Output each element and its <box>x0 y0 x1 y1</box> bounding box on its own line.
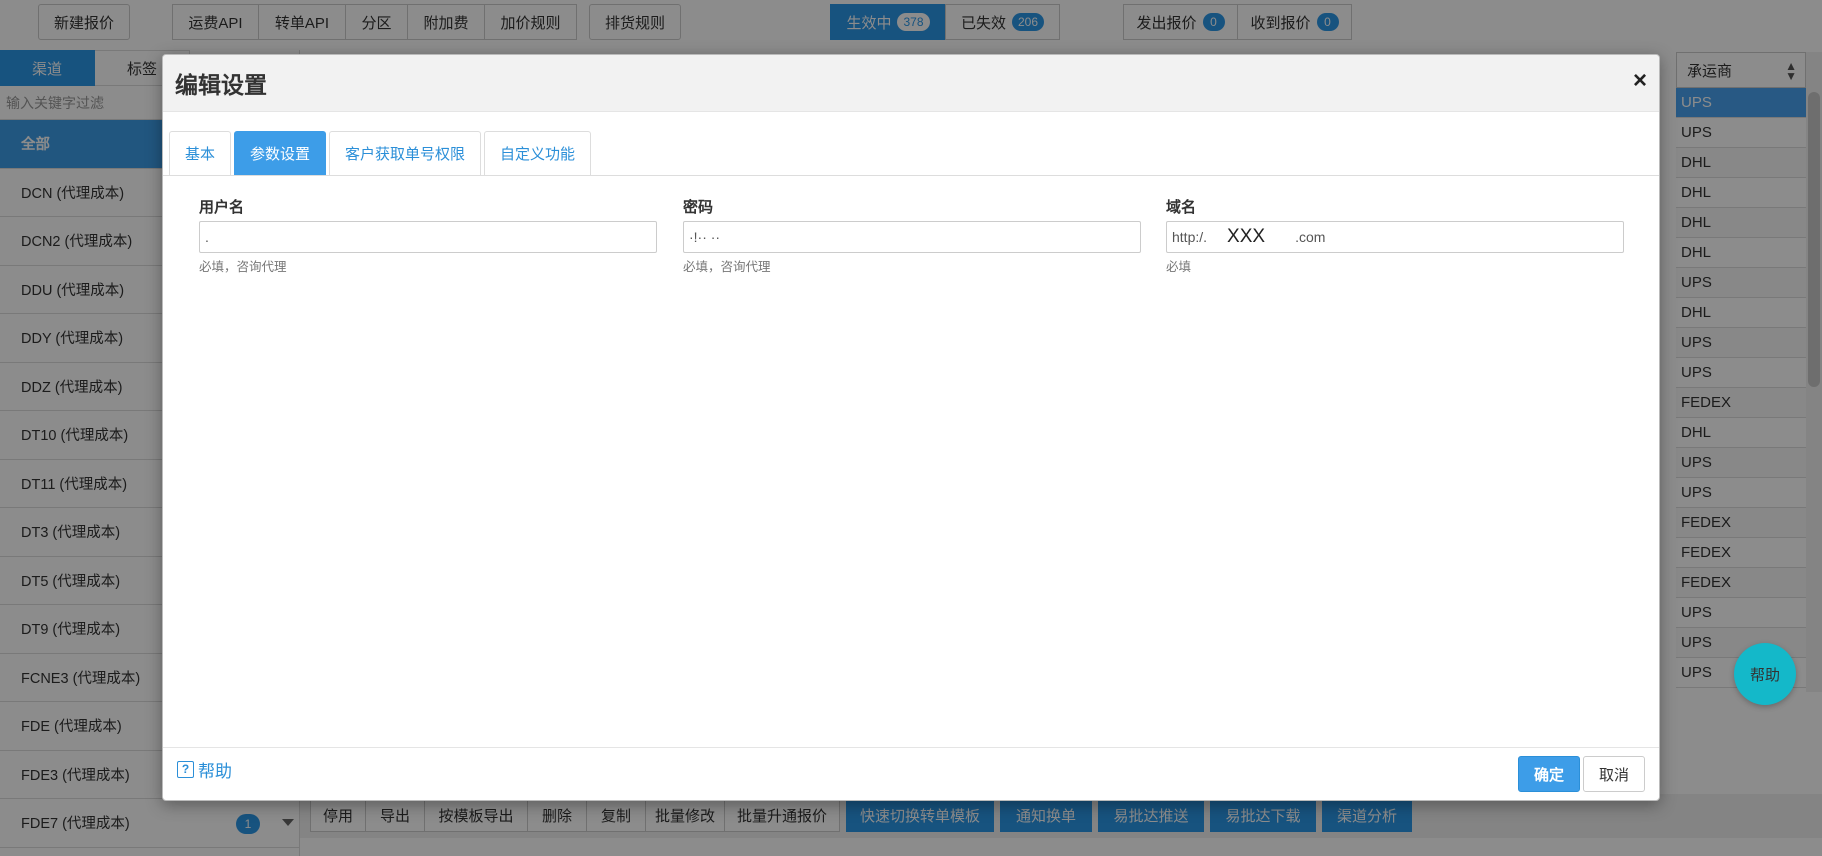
dialog-header: 编辑设置 × <box>163 55 1659 112</box>
domain-label: 域名 <box>1166 199 1197 216</box>
domain-redacted: XXX <box>1227 226 1266 247</box>
close-icon[interactable]: × <box>1633 69 1647 93</box>
password-help-text: 必填，咨询代理 <box>683 260 771 274</box>
password-field-group: 密码 ·!·· ·· 必填，咨询代理 <box>683 196 1141 275</box>
tab-customer-tracking-permission[interactable]: 客户获取单号权限 <box>329 131 482 175</box>
domain-help-text: 必填 <box>1166 260 1192 274</box>
username-label: 用户名 <box>199 199 245 216</box>
password-label: 密码 <box>683 199 714 216</box>
dialog-footer: ? 帮助 确定 取消 <box>163 747 1659 800</box>
domain-input[interactable]: http:/. XXX .com <box>1166 221 1624 253</box>
username-input[interactable]: . <box>199 221 657 253</box>
tab-basic[interactable]: 基本 <box>169 131 232 175</box>
help-floating-button[interactable]: 帮助 <box>1734 643 1796 705</box>
confirm-button[interactable]: 确定 <box>1518 756 1580 792</box>
domain-suffix: .com <box>1295 229 1326 245</box>
question-icon: ? <box>177 761 194 778</box>
edit-settings-dialog: 编辑设置 × 基本 参数设置 客户获取单号权限 自定义功能 用户名 . 必填，咨… <box>162 54 1660 801</box>
dialog-tabs: 基本 参数设置 客户获取单号权限 自定义功能 <box>169 131 594 175</box>
domain-prefix: http:/. <box>1172 229 1208 245</box>
help-link[interactable]: ? 帮助 <box>177 757 232 782</box>
help-link-label: 帮助 <box>198 762 232 781</box>
tab-divider <box>163 175 1659 176</box>
tab-parameters[interactable]: 参数设置 <box>234 131 327 175</box>
username-field-group: 用户名 . 必填，咨询代理 <box>199 196 657 275</box>
domain-field-group: 域名 http:/. XXX .com 必填 <box>1166 196 1624 275</box>
tab-custom-functions[interactable]: 自定义功能 <box>484 131 592 175</box>
password-input[interactable]: ·!·· ·· <box>683 221 1141 253</box>
dialog-title: 编辑设置 <box>175 72 267 98</box>
cancel-button[interactable]: 取消 <box>1583 756 1645 792</box>
username-help-text: 必填，咨询代理 <box>199 260 287 274</box>
